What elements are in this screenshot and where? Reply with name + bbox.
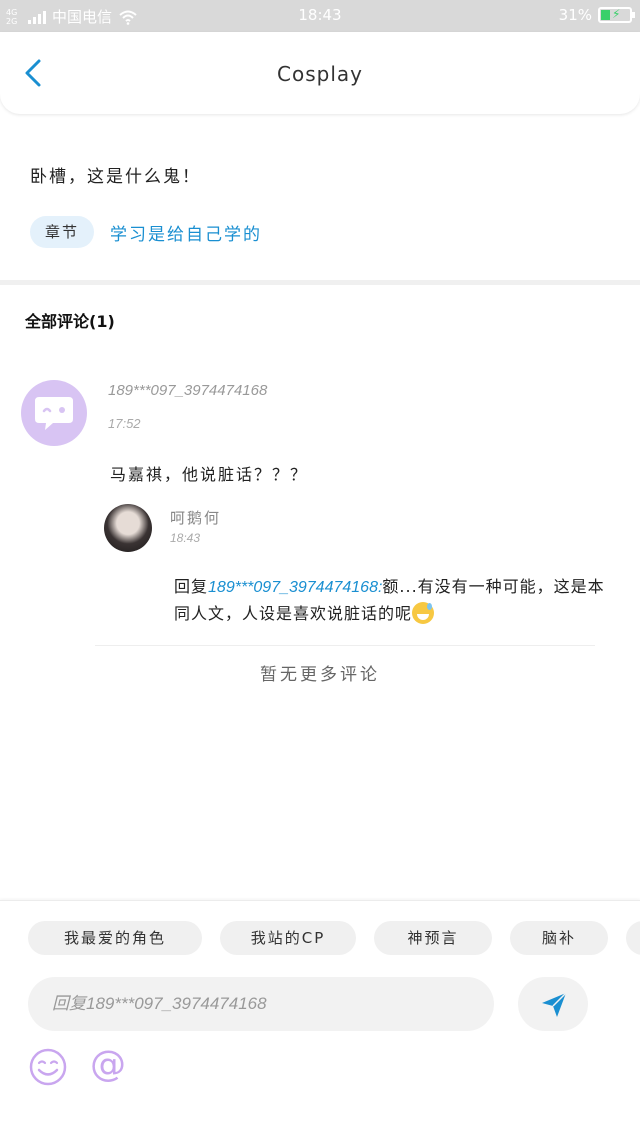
chip-favorite-character[interactable]: 我最爱的角色 — [28, 921, 202, 955]
reply-mention[interactable]: 189***097_3974474168: — [208, 579, 382, 596]
comment-username[interactable]: 189***097_3974474168 — [108, 382, 267, 399]
smiley-icon — [29, 1048, 67, 1086]
comment-time: 17:52 — [108, 416, 141, 431]
section-divider — [0, 280, 640, 285]
sweat-smile-emoji-icon — [412, 602, 435, 624]
chapter-link[interactable]: 学习是给自己学的 — [110, 220, 262, 245]
emoji-button[interactable] — [28, 1047, 68, 1087]
chapter-tag: 章节 — [30, 216, 94, 248]
post-text: 卧槽，这是什么鬼！ — [30, 167, 201, 187]
page-title: Cosplay — [277, 62, 363, 86]
reply-username[interactable]: 呵鹅何 — [170, 507, 221, 528]
chip-imagine[interactable]: 脑补 — [510, 921, 608, 955]
nav-bar: Cosplay — [0, 32, 640, 114]
status-right: 31% ⚡ — [558, 6, 635, 24]
comment-divider — [95, 645, 595, 646]
mention-at-button[interactable]: @ — [86, 1043, 130, 1087]
charging-icon: ⚡ — [612, 7, 621, 21]
no-more-comments: 暂无更多评论 — [260, 665, 380, 685]
reply-text-block[interactable]: 回复189***097_3974474168:额...有没有一种可能，这是本同人… — [174, 574, 614, 627]
paper-plane-icon — [542, 992, 567, 1017]
chip-more[interactable] — [626, 921, 640, 955]
quick-tag-chips: 我最爱的角色 我站的CP 神预言 脑补 — [0, 921, 640, 955]
reply-input[interactable] — [28, 977, 494, 1031]
avatar[interactable] — [21, 380, 87, 446]
reply-prefix: 回复 — [174, 577, 209, 596]
reply-time: 18:43 — [170, 531, 201, 545]
wink-chat-bubble-icon — [35, 397, 73, 430]
clock: 18:43 — [298, 6, 342, 24]
status-bar: 4G 2G 中国电信 18:43 31% ⚡ — [0, 0, 640, 32]
chip-my-cp[interactable]: 我站的CP — [220, 921, 356, 955]
chip-prophecy[interactable]: 神预言 — [374, 921, 492, 955]
comment-text[interactable]: 马嘉祺，他说脏话？？？ — [110, 461, 308, 485]
send-button[interactable] — [518, 977, 588, 1031]
post-section: 卧槽，这是什么鬼！ 章节 学习是给自己学的 — [0, 114, 640, 280]
comments-header: 全部评论(1) — [25, 312, 115, 331]
reply-avatar[interactable] — [104, 504, 152, 552]
battery-icon: ⚡ — [598, 7, 635, 23]
battery-fill — [601, 10, 610, 20]
battery-percent: 31% — [558, 6, 592, 24]
comment-input-panel: 我最爱的角色 我站的CP 神预言 脑补 @ — [0, 900, 640, 1138]
